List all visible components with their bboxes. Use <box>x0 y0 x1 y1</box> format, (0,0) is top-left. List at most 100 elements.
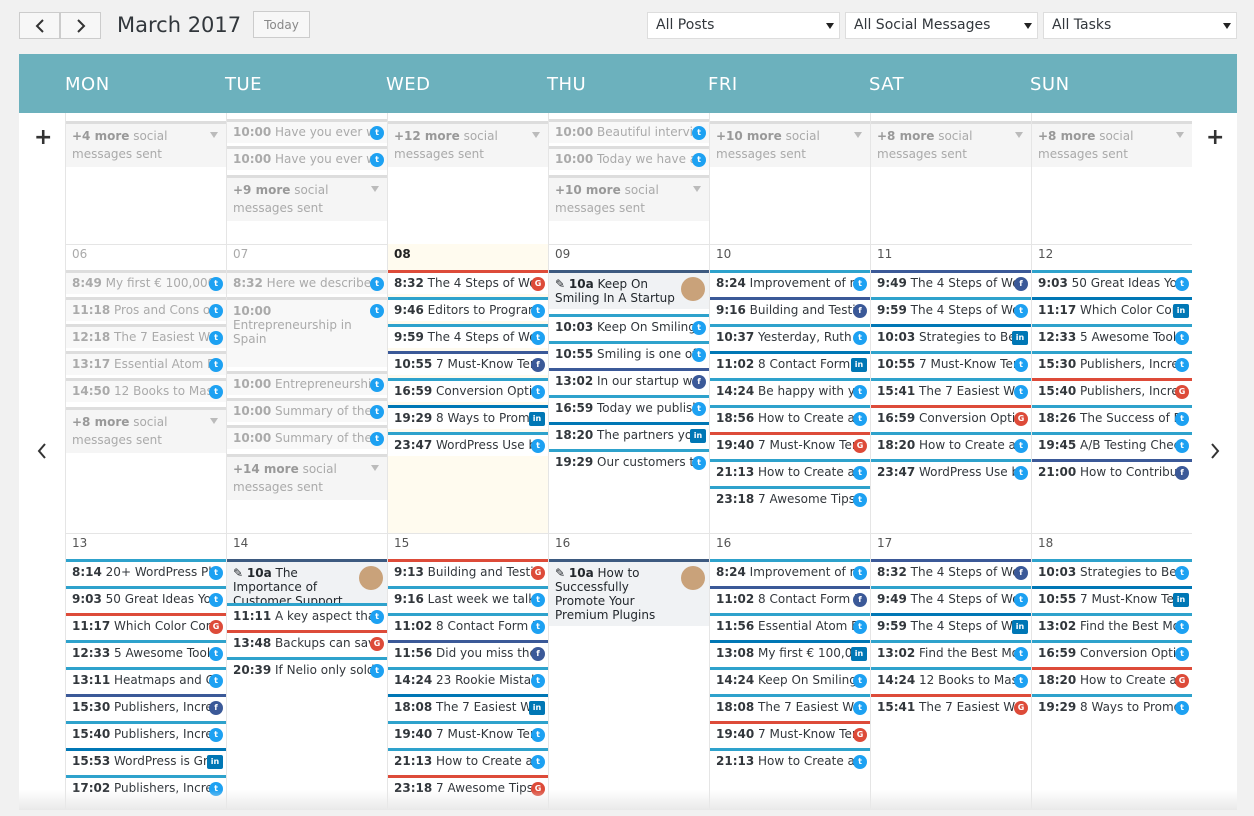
social-message[interactable]: 10:00 Entrepreneurshi t <box>227 371 387 395</box>
social-message[interactable]: 10:00 Have you ever wt <box>227 119 387 143</box>
social-message[interactable]: 8:24 Improvement of mt <box>710 270 870 294</box>
social-message[interactable]: 9:16 Building and Testi f <box>710 297 870 321</box>
social-message[interactable]: 8:24 Improvement of mt <box>710 559 870 583</box>
add-right-icon[interactable]: + <box>1206 125 1224 150</box>
day-cell[interactable]: +8 more social messages sent <box>1031 113 1192 245</box>
social-message[interactable]: 9:13 Building and Testi G <box>388 559 548 583</box>
social-message[interactable]: 15:41 The 7 Easiest Wo t <box>871 378 1031 402</box>
social-message[interactable]: 11:56 Essential Atom Pt <box>710 613 870 637</box>
day-cell[interactable]: 10:00 Beautiful intervi t 10:00 Today we h… <box>548 113 709 245</box>
social-message[interactable]: 15:40 Publishers, Incre t <box>66 721 226 745</box>
social-message[interactable]: 11:11 A key aspect that t <box>227 603 387 627</box>
day-cell[interactable]: 17 8:32 The 4 Steps of Wo f 9:49 The 4 Step… <box>870 533 1031 810</box>
social-message[interactable]: 16:59 Today we publish t <box>549 395 709 419</box>
social-message[interactable]: 19:29 Our customers to t <box>549 449 709 473</box>
social-message[interactable]: 15:40 Publishers, Incre G <box>1032 378 1192 402</box>
today-button[interactable]: Today <box>253 11 310 38</box>
more-messages-toggle[interactable]: +8 more social messages sent <box>66 407 226 453</box>
social-message[interactable]: 21:00 How to Contribu f <box>1032 459 1192 483</box>
social-message[interactable]: 14:50 12 Books to Mast t <box>66 378 226 402</box>
social-message[interactable]: 9:46 Editors to Program t <box>388 297 548 321</box>
social-message[interactable]: 10:00 Today we have at <box>549 146 709 170</box>
social-message[interactable]: 18:20 The partners you in <box>549 422 709 446</box>
chevron-right-icon[interactable] <box>1210 443 1220 459</box>
social-message[interactable]: 9:49 The 4 Steps of Wo f <box>871 270 1031 294</box>
scheduled-post[interactable]: ✎ 10a Keep On Smiling In A Startup <box>549 270 709 309</box>
social-message[interactable]: 14:24 Keep On Smiling t <box>710 667 870 691</box>
social-message[interactable]: 10:00 Beautiful intervi t <box>549 119 709 143</box>
social-message[interactable]: 10:55 Smiling is one of t <box>549 341 709 365</box>
social-message[interactable]: 21:13 How to Create at <box>388 748 548 772</box>
day-cell[interactable]: 06 8:49 My first € 100,000 t 11:18 Pros and… <box>65 244 226 534</box>
day-cell[interactable]: 10 8:24 Improvement of m t 9:16 Building an… <box>709 244 870 534</box>
social-message[interactable]: 9:59 The 4 Steps of Wo in <box>871 613 1031 637</box>
social-message[interactable]: 8:14 20+ WordPress Plu t <box>66 559 226 583</box>
day-cell[interactable]: 07 8:32 Here we describe t 10:00 Entreprene… <box>226 244 387 534</box>
social-message[interactable]: 15:30 Publishers, Incre f <box>66 694 226 718</box>
day-cell[interactable]: +4 more social messages sent <box>65 113 226 245</box>
social-message[interactable]: 12:33 5 Awesome Tools t <box>1032 324 1192 348</box>
social-message[interactable]: 23:18 7 Awesome Tips t <box>710 486 870 510</box>
social-message[interactable]: 18:56 How to Create at <box>710 405 870 429</box>
social-message[interactable]: 11:02 8 Contact Form Pf <box>710 586 870 610</box>
social-message[interactable]: 15:30 Publishers, Incre t <box>1032 351 1192 375</box>
social-message[interactable]: 19:40 7 Must-Know Ter G <box>710 432 870 456</box>
social-filter[interactable]: All Social Messages <box>845 12 1038 39</box>
social-message[interactable]: 10:55 7 Must-Know Ten f <box>388 351 548 375</box>
social-message[interactable]: 18:20 How to Create aG <box>1032 667 1192 691</box>
day-cell[interactable]: +10 more social messages sent <box>709 113 870 245</box>
day-cell[interactable]: 16 ✎ 10a How to Successfully Promote Your… <box>548 533 709 810</box>
social-message[interactable]: 21:13 How to Create at <box>710 748 870 772</box>
add-left-icon[interactable]: + <box>34 125 52 150</box>
social-message[interactable]: 19:29 8 Ways to Promo in <box>388 405 548 429</box>
social-message[interactable]: 13:02 Find the Best Mo t <box>1032 613 1192 637</box>
social-message[interactable]: 10:03 Keep On Smiling t <box>549 314 709 338</box>
posts-filter[interactable]: All Posts <box>647 12 840 39</box>
social-message[interactable]: 12:33 5 Awesome Tools t <box>66 640 226 664</box>
social-message[interactable]: 9:03 50 Great Ideas You t <box>1032 270 1192 294</box>
social-message[interactable]: 10:55 7 Must-Know Ter in <box>1032 586 1192 610</box>
day-cell[interactable]: 16 8:24 Improvement of m t 11:02 8 Contact … <box>709 533 870 810</box>
social-message[interactable]: 18:08 The 7 Easiest Wo in <box>388 694 548 718</box>
social-message[interactable]: 8:32 Here we describe t <box>227 270 387 294</box>
day-cell[interactable]: 13 8:14 20+ WordPress Plu t 9:03 50 Great I… <box>65 533 226 810</box>
social-message[interactable]: 9:49 The 4 Steps of Wo t <box>871 586 1031 610</box>
social-message[interactable]: 13:02 In our startup we f <box>549 368 709 392</box>
social-message[interactable]: 23:47 WordPress Use bt <box>388 432 548 456</box>
social-message[interactable]: 9:03 50 Great Ideas You t <box>66 586 226 610</box>
social-message[interactable]: 10:00 Summary of the lt <box>227 398 387 422</box>
next-month-button[interactable] <box>60 12 101 39</box>
day-cell[interactable]: 15 9:13 Building and Testi G 9:16 Last week… <box>387 533 548 810</box>
day-cell[interactable]: 12 9:03 50 Great Ideas You t 11:17 Which Co… <box>1031 244 1192 534</box>
scheduled-post[interactable]: ✎ 10a How to Successfully Promote Your P… <box>549 559 709 626</box>
social-message[interactable]: 10:37 Yesterday, Ruth st <box>710 324 870 348</box>
social-message[interactable]: 11:02 8 Contact Form Pt <box>388 613 548 637</box>
social-message[interactable]: 14:24 12 Books to Mast t <box>871 667 1031 691</box>
day-cell[interactable]: 08 8:32 The 4 Steps of Wo G 9:46 Editors to… <box>387 244 548 534</box>
social-message[interactable]: 13:48 Backups can save G <box>227 630 387 654</box>
social-message[interactable]: 23:47 WordPress Use bt <box>871 459 1031 483</box>
chevron-left-icon[interactable] <box>37 443 47 459</box>
social-message[interactable]: 18:08 The 7 Easiest Wo t <box>710 694 870 718</box>
day-cell[interactable]: +8 more social messages sent <box>870 113 1031 245</box>
more-messages-toggle[interactable]: +10 more social messages sent <box>549 175 709 221</box>
day-cell[interactable]: 10:00 Have you ever w t 10:00 Have you eve… <box>226 113 387 245</box>
more-messages-toggle[interactable]: +9 more social messages sent <box>227 175 387 221</box>
social-message[interactable]: 10:00 Have you ever wt <box>227 146 387 170</box>
prev-month-button[interactable] <box>19 12 60 39</box>
social-message[interactable]: 21:13 How to Create at <box>710 459 870 483</box>
more-messages-toggle[interactable]: +8 more social messages sent <box>871 121 1031 167</box>
social-message[interactable]: 16:59 Conversion Optim G <box>871 405 1031 429</box>
day-cell[interactable]: +12 more social messages sent <box>387 113 548 245</box>
more-messages-toggle[interactable]: +14 more social messages sent <box>227 454 387 500</box>
social-message[interactable]: 9:59 The 4 Steps of Wo t <box>388 324 548 348</box>
social-message[interactable]: 10:03 Strategies to Bec in <box>871 324 1031 348</box>
social-message[interactable]: 8:32 The 4 Steps of Wo G <box>388 270 548 294</box>
social-message[interactable]: 13:08 My first € 100,00 in <box>710 640 870 664</box>
more-messages-toggle[interactable]: +10 more social messages sent <box>710 121 870 167</box>
social-message[interactable]: 18:20 How to Create at <box>871 432 1031 456</box>
social-message[interactable]: 11:17 Which Color Con in <box>1032 297 1192 321</box>
more-messages-toggle[interactable]: +8 more social messages sent <box>1032 121 1192 167</box>
day-cell[interactable]: 14 ✎ 10a The Importance of Customer Suppo… <box>226 533 387 810</box>
more-messages-toggle[interactable]: +4 more social messages sent <box>66 121 226 167</box>
